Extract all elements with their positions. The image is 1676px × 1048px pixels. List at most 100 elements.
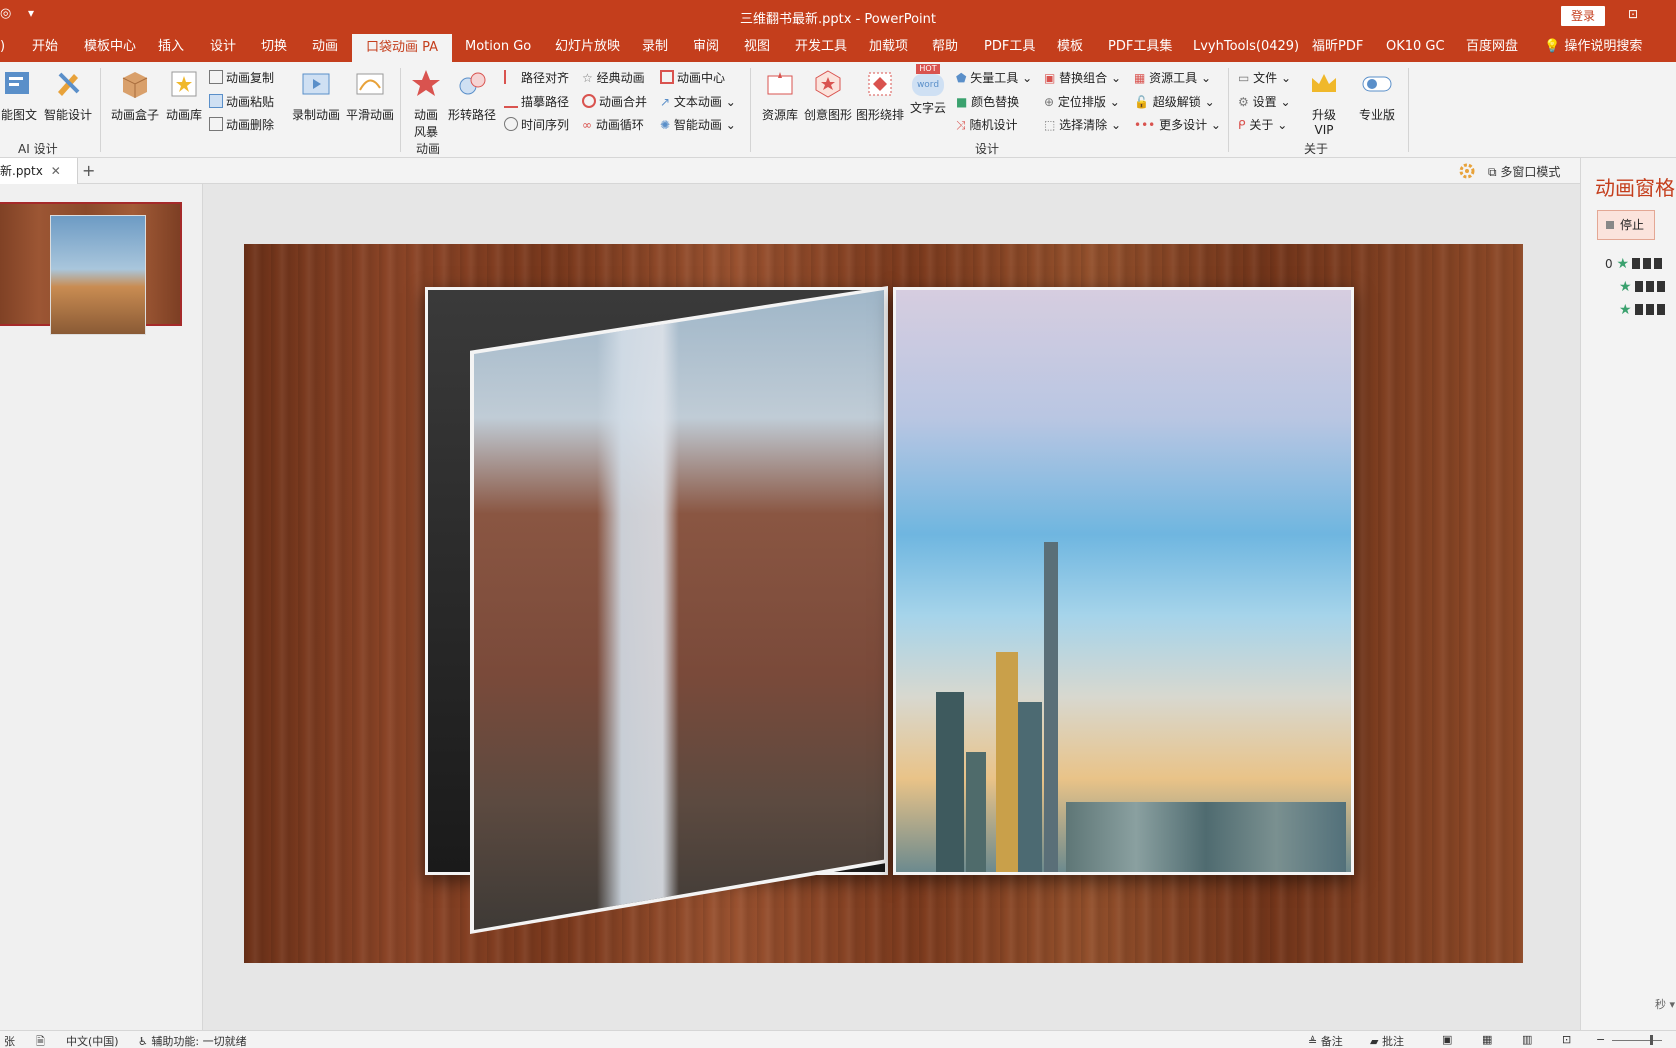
tab-pdf-toolset[interactable]: PDF工具集 <box>1108 32 1172 62</box>
tab-template-center[interactable]: 模板中心 <box>84 32 136 62</box>
tab-developer[interactable]: 开发工具 <box>795 32 847 62</box>
spellcheck-icon[interactable]: 🗎 <box>36 1033 45 1048</box>
tab-lvyhtools[interactable]: LvyhTools(0429) <box>1193 32 1299 62</box>
color-replace-button[interactable]: ■ 颜色替换 <box>956 93 1019 110</box>
chevron-down-icon: ⌄ <box>1210 118 1221 132</box>
trace-path-button[interactable]: 描摹路径 <box>504 93 569 110</box>
position-layout-button[interactable]: ⊕ 定位排版 ⌄ <box>1044 93 1120 110</box>
image-text-icon <box>5 72 29 94</box>
turning-page-photo[interactable] <box>470 286 888 934</box>
about-button[interactable]: ᑭ 关于 ⌄ <box>1238 116 1287 133</box>
animation-item[interactable]: ★ <box>1619 302 1665 318</box>
animation-box-button[interactable]: 动画盒子 <box>108 68 162 123</box>
animation-library-button[interactable]: 动画库 <box>164 68 204 123</box>
ribbon-display-icon[interactable]: ⊡ <box>1628 7 1644 23</box>
merge-animation-button[interactable]: 动画合并 <box>582 93 647 110</box>
resource-library-button[interactable]: 资源库 <box>758 68 802 123</box>
slide-thumbnail[interactable] <box>0 202 182 335</box>
multi-window-mode-button[interactable]: ⧉ 多窗口模式 <box>1488 163 1560 180</box>
normal-view-icon[interactable]: ▣ <box>1442 1033 1452 1046</box>
chevron-down-icon: ⌄ <box>1111 71 1122 85</box>
classic-animation-button[interactable]: ☆ 经典动画 <box>582 69 645 86</box>
smooth-animation-button[interactable]: 平滑动画 <box>344 68 396 123</box>
tab-home[interactable]: 开始 <box>32 32 58 62</box>
tab-foxit-pdf[interactable]: 福昕PDF <box>1312 32 1363 62</box>
timeline-bar <box>1632 258 1641 269</box>
tab-review[interactable]: 审阅 <box>693 32 719 62</box>
path-align-button[interactable]: 路径对齐 <box>504 69 569 86</box>
creative-shape-button[interactable]: 创意图形 <box>802 68 854 123</box>
tab-pocket-animation[interactable]: 口袋动画 PA <box>352 34 453 62</box>
gear-icon: ⚙ <box>1238 95 1249 109</box>
add-tab-icon[interactable]: + <box>82 161 95 180</box>
tab-baidu-netdisk[interactable]: 百度网盘 <box>1466 32 1518 62</box>
record-animation-button[interactable]: 录制动画 <box>290 68 342 123</box>
notes-button[interactable]: ≜ 备注 <box>1308 1033 1343 1048</box>
stop-button[interactable]: 停止 <box>1597 210 1655 240</box>
gear-icon[interactable] <box>1458 162 1476 180</box>
super-unlock-button[interactable]: 🔓 超级解锁 ⌄ <box>1134 93 1215 110</box>
smart-design-button[interactable]: 智能设计 <box>42 68 94 123</box>
delete-animation-button[interactable]: 动画删除 <box>209 116 274 133</box>
vector-tools-button[interactable]: ⬟ 矢量工具 ⌄ <box>956 69 1032 86</box>
accessibility-status[interactable]: ♿ 辅助功能: 一切就绪 <box>138 1033 247 1048</box>
chevron-down-icon: ⌄ <box>725 118 736 132</box>
copy-animation-button[interactable]: 动画复制 <box>209 69 274 86</box>
animation-storm-button[interactable]: 动画 风暴 <box>408 68 444 140</box>
pro-version-toggle[interactable]: 专业版 <box>1354 68 1400 123</box>
ribbon-separator <box>100 68 101 152</box>
random-design-button[interactable]: ⤨ 随机设计 <box>956 116 1017 133</box>
word-cloud-button[interactable]: HOT word 文字云 <box>906 64 950 116</box>
shape-wrap-button[interactable]: 图形绕排 <box>854 68 906 123</box>
zoom-slider-track[interactable] <box>1612 1040 1662 1041</box>
tab-record[interactable]: 录制 <box>642 32 668 62</box>
tab-ok10[interactable]: OK10 GC <box>1386 32 1445 62</box>
right-page-skyline-photo[interactable] <box>893 287 1354 875</box>
animation-center-button[interactable]: 动画中心 <box>660 69 725 86</box>
ribbon-separator <box>400 68 401 152</box>
zoom-slider-handle[interactable] <box>1650 1035 1653 1045</box>
login-button[interactable]: 登录 <box>1561 6 1605 26</box>
paste-animation-button[interactable]: 动画粘贴 <box>209 93 274 110</box>
loop-animation-button[interactable]: ∞ 动画循环 <box>582 116 644 133</box>
time-sequence-button[interactable]: 时间序列 <box>504 116 569 133</box>
resource-tools-button[interactable]: ▦ 资源工具 ⌄ <box>1134 69 1211 86</box>
upgrade-vip-button[interactable]: 升级 VIP <box>1304 68 1344 137</box>
comments-button[interactable]: ▰ 批注 <box>1370 1033 1404 1048</box>
zoom-out-icon[interactable]: − <box>1596 1033 1605 1046</box>
tab-templates[interactable]: 模板 <box>1057 32 1083 62</box>
text-animation-button[interactable]: ↗ 文本动画 ⌄ <box>660 93 736 110</box>
tab-animations[interactable]: 动画 <box>312 32 338 62</box>
tab-slideshow[interactable]: 幻灯片放映 <box>555 32 620 62</box>
tab-fragment[interactable]: ) <box>0 32 5 62</box>
document-tab[interactable]: 新.pptx ✕ ⋮ <box>0 158 78 204</box>
tab-design[interactable]: 设计 <box>210 32 236 62</box>
tab-transitions[interactable]: 切换 <box>261 32 287 62</box>
smart-animation-button[interactable]: ✺ 智能动画 ⌄ <box>660 116 736 133</box>
animation-item[interactable]: ★ <box>1619 279 1665 295</box>
close-icon[interactable]: ✕ <box>51 164 61 178</box>
tab-pdf-tools[interactable]: PDF工具 <box>984 32 1035 62</box>
tab-help[interactable]: 帮助 <box>932 32 958 62</box>
smart-image-text-button[interactable]: 能图文 <box>0 68 38 123</box>
replace-group-button[interactable]: ▣ 替换组合 ⌄ <box>1044 69 1121 86</box>
tab-insert[interactable]: 插入 <box>158 32 184 62</box>
language-indicator[interactable]: 中文(中国) <box>66 1033 119 1048</box>
clock-icon <box>504 117 518 131</box>
more-design-button[interactable]: ••• 更多设计 ⌄ <box>1134 116 1221 133</box>
tab-motion-go[interactable]: Motion Go <box>465 32 531 62</box>
reading-view-icon[interactable]: ▥ <box>1522 1033 1532 1046</box>
slide-sorter-icon[interactable]: ▦ <box>1482 1033 1492 1046</box>
animation-item[interactable]: 0 ★ <box>1605 256 1663 272</box>
slide[interactable] <box>244 244 1523 963</box>
seconds-dropdown[interactable]: 秒 ▾ <box>1655 996 1675 1012</box>
animation-box-label: 动画盒子 <box>110 108 159 122</box>
tell-me-search[interactable]: 💡 操作说明搜索 <box>1544 32 1642 62</box>
tab-addins[interactable]: 加载项 <box>869 32 908 62</box>
file-menu-button[interactable]: ▭ 文件 ⌄ <box>1238 69 1291 86</box>
select-clear-button[interactable]: ⬚ 选择清除 ⌄ <box>1044 116 1121 133</box>
slideshow-icon[interactable]: ⊡ <box>1562 1033 1571 1046</box>
tab-view[interactable]: 视图 <box>744 32 770 62</box>
settings-button[interactable]: ⚙ 设置 ⌄ <box>1238 93 1291 110</box>
shape-to-path-button[interactable]: 形转路径 <box>446 68 498 123</box>
